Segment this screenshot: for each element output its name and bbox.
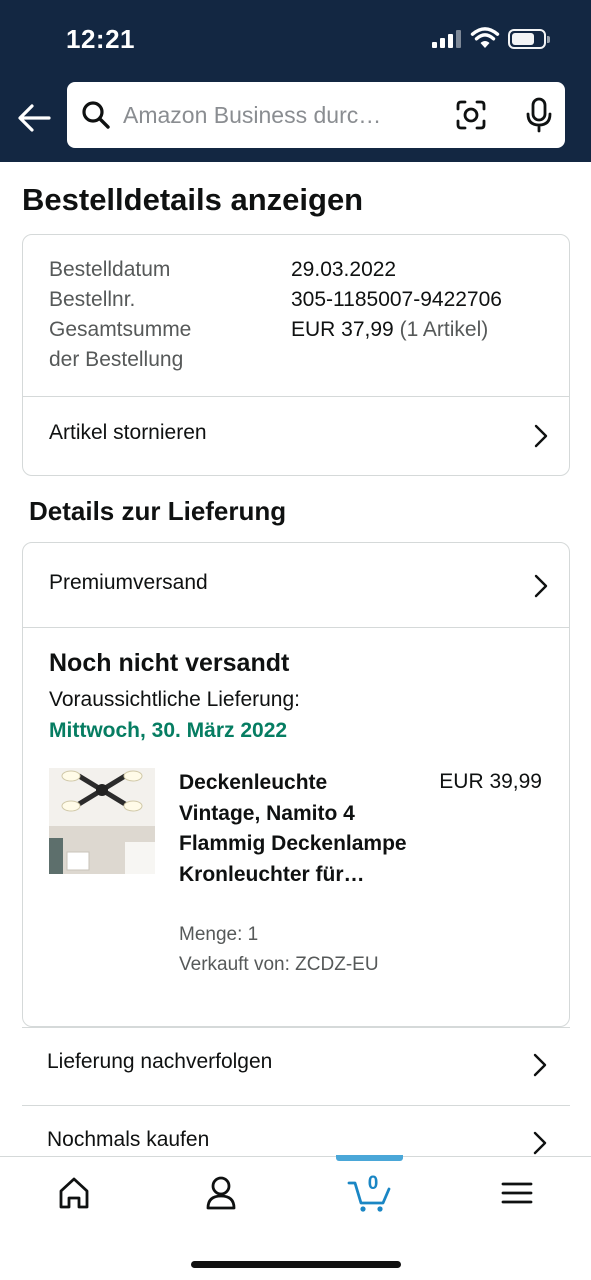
camera-scan-icon[interactable] xyxy=(455,99,487,131)
order-total-items: (1 Artikel) xyxy=(399,318,489,341)
cancel-items-label: Artikel stornieren xyxy=(49,421,207,444)
search-input[interactable] xyxy=(123,95,413,135)
cellular-signal-icon xyxy=(432,30,462,48)
order-total-amount: EUR 37,99 xyxy=(291,318,394,341)
cart-count-badge: 0 xyxy=(367,1173,379,1194)
tab-cart[interactable]: 0 xyxy=(339,1171,399,1215)
chevron-right-icon xyxy=(533,1131,547,1155)
delivery-card: Premiumversand Noch nicht versandt Vorau… xyxy=(22,542,570,1027)
tab-menu[interactable] xyxy=(486,1171,546,1215)
account-icon xyxy=(206,1176,236,1210)
chevron-right-icon xyxy=(534,424,548,448)
status-bar: 12:21 xyxy=(0,0,591,80)
order-date-label: Bestelldatum xyxy=(49,258,171,281)
chevron-right-icon xyxy=(534,574,548,598)
order-total-row: Gesamtsumme der Bestellung EUR 37,99 (1 … xyxy=(49,315,488,375)
search-box xyxy=(67,82,565,148)
shipping-method-label: Premiumversand xyxy=(49,571,208,594)
divider xyxy=(23,627,569,628)
product-image[interactable] xyxy=(49,768,155,874)
back-arrow-icon xyxy=(18,104,51,132)
order-number-value: 305-1185007-9422706 xyxy=(291,288,502,311)
back-button[interactable] xyxy=(12,96,56,140)
active-tab-indicator xyxy=(336,1155,403,1161)
estimated-delivery-date: Mittwoch, 30. März 2022 xyxy=(49,719,288,742)
order-total-label-line1: Gesamtsumme xyxy=(49,318,192,341)
order-total-label-line2: der Bestellung xyxy=(49,348,184,371)
track-delivery-label: Lieferung nachverfolgen xyxy=(47,1050,273,1073)
order-date-row: Bestelldatum 29.03.2022 xyxy=(49,255,396,285)
battery-icon xyxy=(508,29,550,49)
product-price: EUR 39,99 xyxy=(439,770,542,793)
track-delivery-row[interactable]: Lieferung nachverfolgen xyxy=(22,1028,570,1106)
chevron-right-icon xyxy=(533,1053,547,1077)
home-indicator xyxy=(191,1261,401,1268)
home-icon xyxy=(59,1177,89,1209)
page-title: Bestelldetails anzeigen xyxy=(22,182,364,217)
search-header xyxy=(0,80,591,162)
ceiling-lamp-image xyxy=(49,768,155,874)
wifi-icon xyxy=(470,27,500,48)
delivery-section-title: Details zur Lieferung xyxy=(29,496,287,526)
order-summary-card: Bestelldatum 29.03.2022 Bestellnr. 305-1… xyxy=(22,234,570,476)
tab-account[interactable] xyxy=(191,1171,251,1215)
product-seller: Verkauft von: ZCDZ-EU xyxy=(179,954,379,975)
shipping-method-row[interactable]: Premiumversand xyxy=(23,545,569,623)
order-total-value: EUR 37,99 (1 Artikel) xyxy=(291,315,488,345)
order-date-value: 29.03.2022 xyxy=(291,258,397,281)
order-number-row: Bestellnr. 305-1185007-9422706 xyxy=(49,285,502,315)
status-time: 12:21 xyxy=(66,24,135,54)
product-quantity: Menge: 1 xyxy=(179,924,259,945)
estimated-delivery-label: Voraussichtliche Lieferung: xyxy=(49,688,300,711)
tab-home[interactable] xyxy=(45,1171,105,1215)
microphone-icon[interactable] xyxy=(523,97,555,133)
menu-icon xyxy=(501,1182,533,1204)
search-icon xyxy=(82,101,110,129)
shipment-status: Noch nicht versandt xyxy=(49,649,290,677)
product-title[interactable]: Deckenleuchte Vintage, Namito 4 Flammig … xyxy=(179,768,409,890)
order-number-label: Bestellnr. xyxy=(49,288,136,311)
buy-again-label: Nochmals kaufen xyxy=(47,1128,210,1151)
bottom-tab-bar: 0 xyxy=(0,1155,591,1280)
cancel-items-row[interactable]: Artikel stornieren xyxy=(23,397,569,475)
